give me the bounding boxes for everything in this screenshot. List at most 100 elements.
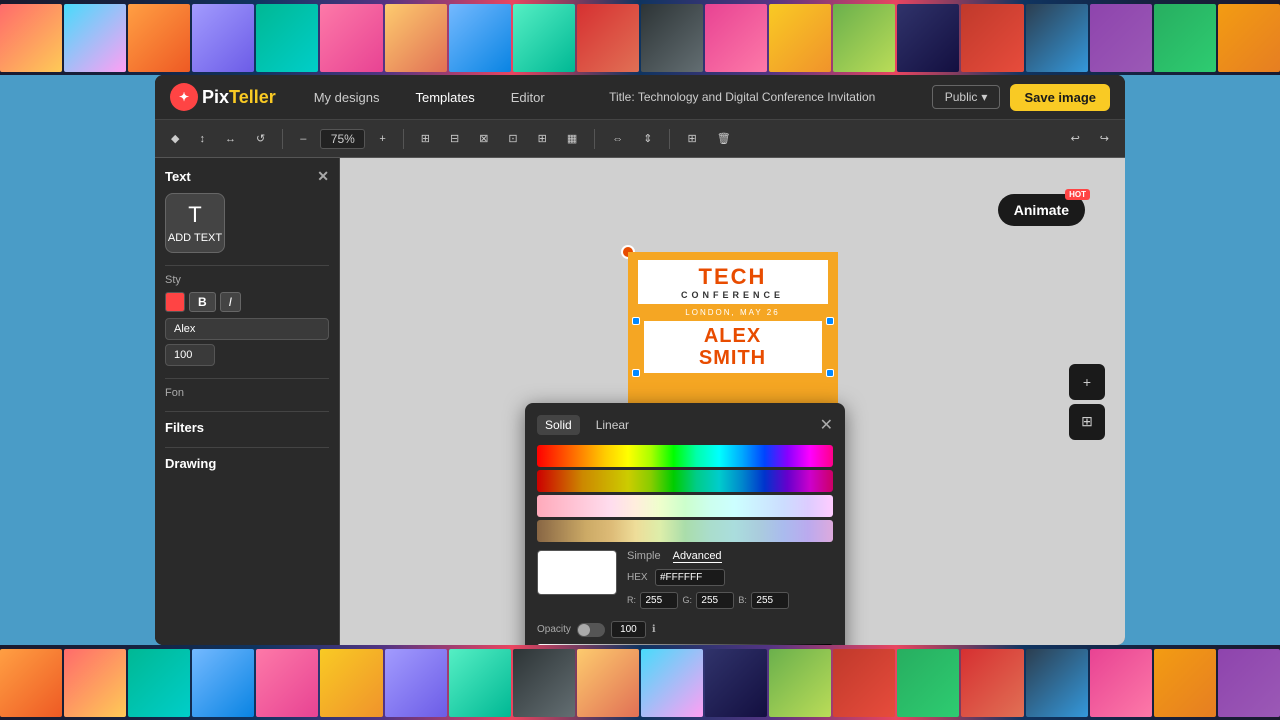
- rgb-row: R: G: B:: [627, 590, 833, 609]
- opacity-row: Opacity ℹ: [537, 621, 833, 638]
- r-input[interactable]: [640, 592, 678, 609]
- zoom-in-small-btn[interactable]: +: [373, 130, 391, 148]
- sel-handle-tl[interactable]: [632, 317, 640, 325]
- style-label: Sty: [165, 274, 329, 286]
- logo-icon: ✦: [170, 83, 198, 111]
- g-label: G:: [682, 595, 692, 605]
- bg-btm-thumb-4: [192, 649, 254, 717]
- card-location-text: LONDON, MAY 26: [638, 308, 828, 317]
- align-left-btn[interactable]: ⊞: [415, 129, 436, 148]
- bg-btm-thumb-17: [1026, 649, 1088, 717]
- opacity-unit: ℹ: [652, 624, 656, 635]
- color-swatch-red[interactable]: [165, 292, 185, 312]
- opacity-input[interactable]: [611, 621, 646, 638]
- bg-btm-thumb-3: [128, 649, 190, 717]
- shape-tool-btn[interactable]: ◆: [165, 129, 185, 148]
- swatch-gradient-row-3[interactable]: [537, 495, 833, 517]
- redo-btn[interactable]: ↪: [1094, 129, 1115, 148]
- nav-editor[interactable]: Editor: [503, 86, 553, 109]
- bg-thumb-7: [385, 4, 447, 72]
- zoom-out-small-btn[interactable]: –: [294, 130, 312, 148]
- align-bottom-btn[interactable]: ▦: [561, 129, 583, 148]
- bg-thumb-8: [449, 4, 511, 72]
- add-text-label: ADD TEXT: [168, 232, 222, 244]
- add-text-button[interactable]: T ADD TEXT: [165, 193, 225, 253]
- app-body: Text ✕ T ADD TEXT Sty B I: [155, 158, 1125, 645]
- app-window: ✦ PixTeller My designs Templates Editor …: [155, 75, 1125, 645]
- width-input-field[interactable]: [165, 344, 215, 366]
- animate-label: Animate: [1014, 202, 1069, 218]
- simple-tab[interactable]: Simple: [627, 550, 661, 563]
- save-image-button[interactable]: Save image: [1010, 84, 1110, 111]
- opacity-toggle-knob: [578, 624, 590, 636]
- delete-btn[interactable]: 🗑: [711, 129, 737, 148]
- bg-btm-thumb-15: [897, 649, 959, 717]
- toolbar-sep-1: [282, 129, 283, 149]
- app-header: ✦ PixTeller My designs Templates Editor …: [155, 75, 1125, 120]
- bg-thumb-6: [320, 4, 382, 72]
- bg-btm-thumb-16: [961, 649, 1023, 717]
- bg-thumb-17: [1026, 4, 1088, 72]
- visibility-label: Public: [945, 90, 978, 104]
- filters-text: Filters: [165, 420, 204, 435]
- sel-handle-bl[interactable]: [632, 369, 640, 377]
- advanced-tab[interactable]: Advanced: [673, 550, 722, 563]
- picker-close-btn[interactable]: ✕: [820, 415, 833, 435]
- add-element-btn[interactable]: +: [1069, 364, 1105, 400]
- swatch-gradient-row-1[interactable]: [537, 445, 833, 467]
- font-section: Fon: [165, 387, 329, 399]
- divider-2: [165, 378, 329, 379]
- picker-tab-solid[interactable]: Solid: [537, 415, 580, 435]
- logo-teller-text: Teller: [229, 87, 276, 108]
- g-input[interactable]: [696, 592, 734, 609]
- text-input-field[interactable]: [165, 318, 329, 340]
- rotate-btn[interactable]: ↺: [250, 129, 271, 148]
- move-horizontal-btn[interactable]: ↔: [219, 130, 242, 148]
- swatch-gradient-row-2[interactable]: [537, 470, 833, 492]
- picker-advanced: Simple Advanced HEX R:: [627, 550, 833, 613]
- filters-section: Filters: [165, 420, 329, 435]
- bg-thumb-14: [833, 4, 895, 72]
- stack-btn[interactable]: ⊞: [1069, 404, 1105, 440]
- animate-button[interactable]: Animate HOT: [998, 194, 1085, 226]
- text-icon: T: [188, 202, 201, 228]
- style-row: B I: [165, 292, 329, 312]
- bold-button[interactable]: B: [189, 292, 216, 312]
- flip-vertical-btn[interactable]: ⇕: [637, 129, 658, 148]
- drawing-text: Drawing: [165, 456, 216, 471]
- italic-button[interactable]: I: [220, 292, 241, 312]
- divider-4: [165, 447, 329, 448]
- logo-pix-text: Pix: [202, 87, 229, 108]
- picker-tab-linear[interactable]: Linear: [588, 415, 637, 435]
- nav-my-designs[interactable]: My designs: [306, 86, 388, 109]
- swatch-gradient-row-4[interactable]: [537, 520, 833, 542]
- gray-gradient-row[interactable]: [537, 644, 833, 645]
- align-top-btn[interactable]: ⊡: [502, 129, 523, 148]
- simple-advanced-tabs: Simple Advanced: [627, 550, 833, 563]
- sel-handle-br[interactable]: [826, 369, 834, 377]
- chevron-down-icon: ▾: [981, 90, 987, 104]
- card-name-container: ALEX SMITH: [636, 321, 830, 373]
- move-vertical-btn[interactable]: ↕: [193, 130, 211, 148]
- undo-btn[interactable]: ↩: [1065, 129, 1086, 148]
- nav-templates[interactable]: Templates: [407, 86, 482, 109]
- bg-btm-thumb-8: [449, 649, 511, 717]
- drawing-section: Drawing: [165, 456, 329, 471]
- bg-btm-thumb-18: [1090, 649, 1152, 717]
- style-section: Sty B I: [165, 274, 329, 366]
- bg-thumb-11: [641, 4, 703, 72]
- flip-horizontal-btn[interactable]: ⇔: [606, 130, 629, 148]
- sel-handle-tr[interactable]: [826, 317, 834, 325]
- align-center-btn[interactable]: ⊟: [444, 129, 465, 148]
- b-input[interactable]: [751, 592, 789, 609]
- align-middle-btn[interactable]: ⊞: [532, 129, 553, 148]
- opacity-toggle[interactable]: [577, 623, 605, 637]
- align-right-btn[interactable]: ⊠: [473, 129, 494, 148]
- text-section-close[interactable]: ✕: [317, 168, 329, 185]
- picker-preview-row: Simple Advanced HEX R:: [537, 550, 833, 613]
- hex-input[interactable]: [655, 569, 725, 586]
- bg-btm-thumb-13: [769, 649, 831, 717]
- visibility-button[interactable]: Public ▾: [932, 85, 1001, 109]
- bg-thumb-3: [128, 4, 190, 72]
- add-frame-btn[interactable]: ⊞: [681, 129, 702, 148]
